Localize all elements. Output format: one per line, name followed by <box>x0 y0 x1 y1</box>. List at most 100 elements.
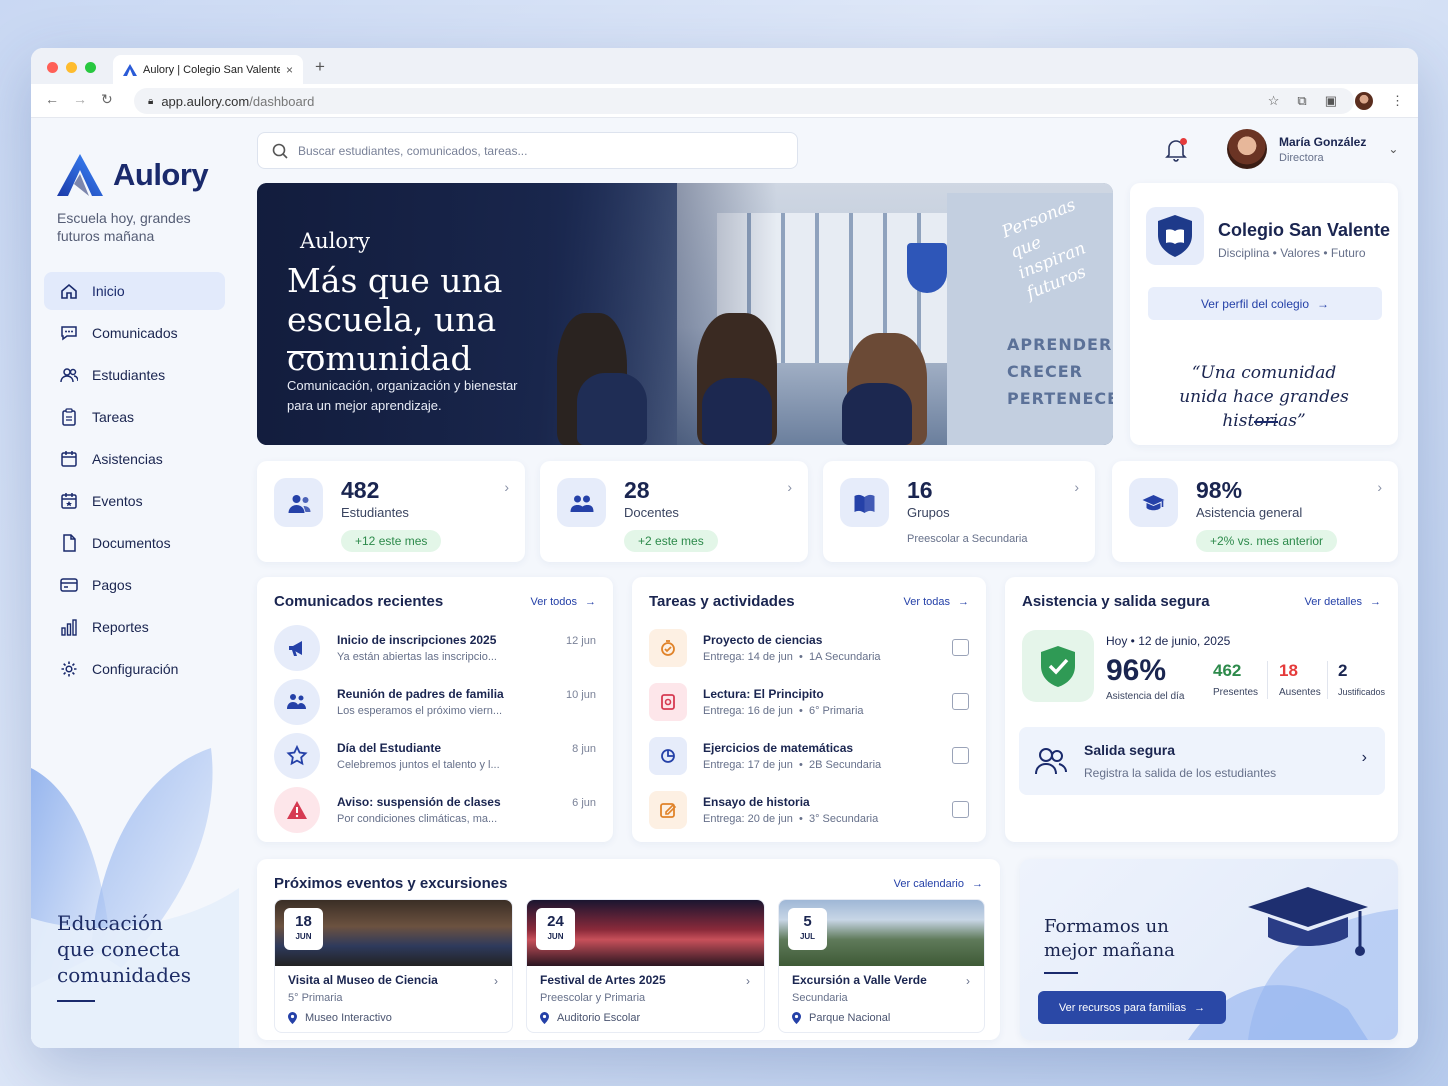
search-placeholder: Buscar estudiantes, comunicados, tareas.… <box>298 143 528 158</box>
stat-card-asistencia-general[interactable]: 98% Asistencia general +2% vs. mes anterio… <box>1112 461 1398 562</box>
salida-segura-button[interactable]: Salida segura Registra la salida de los … <box>1019 727 1385 795</box>
comunicados-view-all-link[interactable]: Ver todos → <box>531 596 596 608</box>
tarea-checkbox[interactable] <box>952 639 969 656</box>
logo[interactable]: Aulory <box>57 154 209 196</box>
reload-icon[interactable]: ↻ <box>101 91 113 108</box>
tareas-title: Tareas y actividades <box>649 593 795 610</box>
aulory-favicon-icon <box>123 63 137 76</box>
sidebar-item-label: Estudiantes <box>92 367 166 383</box>
quote-underline <box>1254 421 1278 423</box>
notifications-button[interactable] <box>1165 138 1187 162</box>
screenshot-icon[interactable]: ▣ <box>1325 93 1337 109</box>
comunicado-desc: Celebremos juntos el talento y l... <box>337 759 500 771</box>
salida-title: Salida segura <box>1084 742 1176 758</box>
comunicado-date: 6 jun <box>572 797 596 809</box>
location-pin-icon <box>288 1012 297 1024</box>
back-icon[interactable]: ← <box>45 91 59 108</box>
evento-card[interactable]: 24 JUN Festival de Artes 2025 Preescolar y … <box>526 899 765 1033</box>
comunicado-item[interactable]: Reunión de padres de familia Los esperamo… <box>274 675 596 729</box>
url-field[interactable]: 🔒︎ app.aulory.com/dashboard <box>134 88 1354 114</box>
close-window-button[interactable] <box>47 62 58 73</box>
family-resources-button[interactable]: Ver recursos para familias → <box>1038 991 1226 1024</box>
evento-card[interactable]: 5 JUL Excursión a Valle Verde Secundaria Par… <box>778 899 985 1033</box>
bookmark-star-icon[interactable]: ☆ <box>1268 93 1280 109</box>
sidebar-item-estudiantes[interactable]: Estudiantes <box>44 356 225 394</box>
stat-icon <box>840 478 889 527</box>
stat-card-grupos[interactable]: 16 Grupos Preescolar a Secundaria › <box>823 461 1095 562</box>
stat-card-docentes[interactable]: 28 Docentes +2 este mes › <box>540 461 808 562</box>
minimize-window-button[interactable] <box>66 62 77 73</box>
arrow-right-icon: → <box>1194 1001 1206 1014</box>
tareas-link-label: Ver todas <box>903 596 950 608</box>
chevron-right-icon: › <box>1377 479 1382 495</box>
parents-meeting-icon <box>274 679 320 725</box>
sidebar-item-configuracion[interactable]: Configuración <box>44 650 225 688</box>
extension-icon[interactable]: ⧉ <box>1297 93 1306 109</box>
sidebar-item-asistencias[interactable]: Asistencias <box>44 440 225 478</box>
book-icon <box>649 683 687 721</box>
sidebar-item-label: Documentos <box>92 535 171 551</box>
user-avatar <box>1227 129 1267 169</box>
new-tab-button[interactable]: + <box>315 57 325 77</box>
browser-tab[interactable]: Aulory | Colegio San Valente × <box>113 55 303 84</box>
evento-month: JUL <box>799 932 816 941</box>
tarea-checkbox[interactable] <box>952 747 969 764</box>
comunicado-date: 10 jun <box>566 689 596 701</box>
comunicados-panel: Comunicados recientes Ver todos → Inicio … <box>257 577 613 842</box>
warning-icon <box>274 787 320 833</box>
close-tab-icon[interactable]: × <box>286 63 293 77</box>
school-profile-button[interactable]: Ver perfil del colegio → <box>1148 287 1382 320</box>
tarea-group: 3° Secundaria <box>808 813 879 825</box>
stat-icon <box>557 478 606 527</box>
url-path: /dashboard <box>249 93 315 109</box>
evento-card[interactable]: 18 JUN Visita al Museo de Ciencia 5° Primar… <box>274 899 513 1033</box>
tarea-item: Ejercicios de matemáticas Entrega: 17 de … <box>649 729 969 783</box>
sidebar-item-inicio[interactable]: Inicio <box>44 272 225 310</box>
comunicado-item[interactable]: Aviso: suspensión de clases Por condicion… <box>274 783 596 837</box>
evento-title: Visita al Museo de Ciencia <box>288 973 438 987</box>
stat-card-estudiantes[interactable]: 482 Estudiantes +12 este mes › <box>257 461 525 562</box>
sidebar-item-label: Asistencias <box>92 451 163 467</box>
comunicado-title: Día del Estudiante <box>337 741 442 755</box>
evento-group: Secundaria <box>792 992 848 1004</box>
more-menu-icon[interactable]: ⋮ <box>1391 93 1404 109</box>
sidebar-item-pagos[interactable]: Pagos <box>44 566 225 604</box>
wall-word: APRENDER <box>1007 335 1113 354</box>
evento-group: 5° Primaria <box>288 992 343 1004</box>
hero-brand: Aulory <box>300 229 370 253</box>
profile-avatar[interactable] <box>1355 92 1373 110</box>
presentes-count: 462 <box>1213 661 1242 680</box>
evento-title: Excursión a Valle Verde <box>792 973 927 987</box>
search-input[interactable]: Buscar estudiantes, comunicados, tareas.… <box>257 132 798 169</box>
user-menu[interactable]: María González Directora ⌄ <box>1227 129 1398 169</box>
comunicado-item[interactable]: Día del Estudiante Celebremos juntos el t… <box>274 729 596 783</box>
tarea-checkbox[interactable] <box>952 801 969 818</box>
brand-tagline: Escuela hoy, grandes futuros mañana <box>57 210 191 244</box>
sidebar-item-documentos[interactable]: Documentos <box>44 524 225 562</box>
stat-icon <box>1129 478 1178 527</box>
tarea-checkbox[interactable] <box>952 693 969 710</box>
forward-icon[interactable]: → <box>73 91 87 108</box>
arrow-right-icon: → <box>958 596 969 608</box>
asistencia-details-link[interactable]: Ver detalles → <box>1305 596 1381 608</box>
sidebar-item-comunicados[interactable]: Comunicados <box>44 314 225 352</box>
stat-value: 98% <box>1196 477 1243 503</box>
sidebar: Aulory Escuela hoy, grandes futuros maña… <box>31 118 239 1048</box>
sidebar-item-eventos[interactable]: Eventos <box>44 482 225 520</box>
maximize-window-button[interactable] <box>85 62 96 73</box>
eventos-calendar-link[interactable]: Ver calendario → <box>894 878 983 890</box>
leaf-decoration-icon <box>31 748 239 1048</box>
evento-title: Festival de Artes 2025 <box>540 973 666 987</box>
evento-place: Museo Interactivo <box>305 1012 392 1024</box>
comunicado-title: Reunión de padres de familia <box>337 687 504 701</box>
justificados-label: Justificados <box>1338 687 1386 697</box>
evento-place: Auditorio Escolar <box>557 1012 641 1024</box>
comunicado-date: 12 jun <box>566 635 596 647</box>
gear-icon <box>61 661 77 677</box>
sidebar-item-tareas[interactable]: Tareas <box>44 398 225 436</box>
comunicado-item[interactable]: Inicio de inscripciones 2025 Ya están abi… <box>274 621 596 675</box>
sidebar-item-reportes[interactable]: Reportes <box>44 608 225 646</box>
chevron-right-icon: › <box>504 479 509 495</box>
tareas-view-all-link[interactable]: Ver todas → <box>904 596 969 608</box>
comunicado-title: Inicio de inscripciones 2025 <box>337 633 497 647</box>
